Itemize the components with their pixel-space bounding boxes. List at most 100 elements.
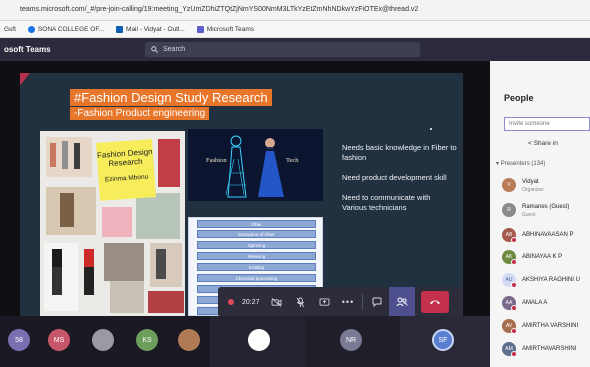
bookmark-sona-college[interactable]: SONA COLLEGE OF... [27, 25, 105, 33]
participant-row[interactable]: AM AMIRTHAVARSHINI [502, 342, 590, 360]
bookmark-teams[interactable]: Microsoft Teams [196, 25, 254, 33]
camera-off-icon [271, 297, 281, 307]
participant-name: AMALA A [522, 300, 548, 306]
bullet-item: Need product development skill [342, 173, 447, 182]
note-title: Fashion Design Research [96, 147, 153, 169]
search-input[interactable]: Search [145, 42, 420, 57]
status-icon [511, 328, 517, 334]
status-icon [511, 237, 517, 243]
bullet-item: Needs basic knowledge in Fiber to fashio… [342, 143, 457, 162]
url-text: teams.microsoft.com/_#/pre-join-calling/… [20, 6, 419, 13]
participant-avatar[interactable] [92, 329, 114, 351]
share-invite-label: Share in [533, 140, 558, 147]
bullet-item: Need to communicate with Various technic… [342, 193, 431, 212]
participant-avatar[interactable] [248, 329, 270, 351]
participant-row[interactable]: AA AMALA A [502, 296, 590, 314]
share-screen-icon [319, 297, 329, 306]
search-placeholder: Search [163, 46, 186, 53]
bookmark-outlook-mail[interactable]: Mail - Vidyat - Outl... [116, 25, 185, 33]
search-icon [151, 46, 158, 53]
recording-indicator-icon [228, 299, 234, 305]
participant-name: Vidyat [522, 179, 539, 185]
globe-icon [27, 25, 35, 33]
participant-row[interactable]: AV AMIRTHA VARSHINI [502, 319, 590, 337]
participant-name: Ramanes (Guest) [522, 204, 570, 210]
participant-name: AMIRTHA VARSHINI [522, 323, 579, 329]
share-icon: < [528, 140, 532, 147]
address-bar[interactable]: teams.microsoft.com/_#/pre-join-calling/… [0, 0, 590, 21]
note-author: Ezinma Mbonu [104, 173, 149, 184]
participant-avatar[interactable]: SF [432, 329, 454, 351]
slide-decoration [20, 73, 65, 118]
participant-avatar[interactable]: NR [340, 329, 362, 351]
slide-dot [430, 128, 432, 130]
bookmark-sona-label: SONA COLLEGE OF... [37, 25, 105, 33]
hang-up-icon [430, 300, 440, 305]
teams-header: osoft Teams Search [0, 38, 590, 61]
participant-name: ABHINAVAASAN P [522, 232, 574, 238]
participant-row[interactable]: AU AKSHIYA RAGHINI U [502, 273, 590, 291]
status-icon [511, 351, 517, 357]
bookmark-gsft-label: Gsft [4, 25, 16, 33]
shared-slide: #Fashion Design Study Research -Fashion … [20, 73, 463, 317]
flow-step: Fiber [197, 220, 316, 228]
teams-icon [196, 25, 204, 33]
leave-call-button[interactable] [421, 291, 449, 313]
bookmark-gsft[interactable]: Gsft [4, 26, 16, 33]
chat-icon [372, 297, 382, 307]
outlook-icon [116, 25, 124, 33]
image-caption-tech: Tech [286, 157, 299, 164]
meeting-stage: #Fashion Design Study Research -Fashion … [0, 61, 490, 317]
participant-row[interactable]: V Vidyat Organizer [502, 178, 590, 196]
flow-step: Chemical processing [197, 274, 316, 282]
participant-row[interactable]: R Ramanes (Guest) Guest [502, 203, 590, 221]
slide-bullets: Needs basic knowledge in Fiber to fashio… [342, 143, 457, 223]
participant-avatar[interactable]: 58 [8, 329, 30, 351]
image-caption-fashion: Fashion [206, 157, 227, 164]
app-title: osoft Teams [4, 45, 51, 54]
call-timer: 20:27 [242, 298, 260, 306]
invite-someone-input[interactable]: Invite someone [504, 117, 590, 131]
chevron-down-icon: ▾ [496, 161, 500, 167]
status-icon [511, 305, 517, 311]
camera-off-button[interactable] [264, 287, 288, 317]
status-icon [511, 259, 517, 265]
share-invite-button[interactable]: < Share in [528, 140, 558, 147]
bookmark-teams-label: Microsoft Teams [206, 25, 254, 33]
avatar: R [502, 203, 516, 217]
participant-name: ABINAYAA K P [522, 254, 563, 260]
fashion-tech-image: Fashion Tech [188, 129, 323, 201]
people-panel-title: People [504, 93, 534, 103]
more-options-button[interactable]: ••• [336, 287, 360, 317]
participant-name: AMIRTHAVARSHINI [522, 346, 577, 352]
mic-off-button[interactable] [288, 287, 312, 317]
more-icon: ••• [341, 297, 355, 307]
presenters-section-header[interactable]: ▾ Presenters (134) [496, 160, 545, 167]
flow-step: Extraction of Fiber [197, 230, 316, 238]
teams-window: teams.microsoft.com/_#/pre-join-calling/… [0, 0, 590, 367]
participants-strip: 58 MS KS NR SF [0, 316, 490, 367]
participant-row[interactable]: AB ABHINAVAASAN P [502, 228, 590, 246]
show-participants-button[interactable] [389, 287, 415, 317]
participant-role: Guest [522, 212, 536, 218]
participant-avatar[interactable] [178, 329, 200, 351]
chat-button[interactable] [365, 287, 389, 317]
call-controls: 20:27 ••• [218, 287, 463, 317]
slide-title: #Fashion Design Study Research [70, 89, 272, 106]
participant-role: Organizer [522, 187, 544, 193]
participant-name: AKSHIYA RAGHINI U [522, 277, 580, 283]
presenters-label: Presenters (134) [500, 161, 546, 167]
participant-avatar[interactable]: MS [48, 329, 70, 351]
people-panel: People Invite someone < Share in ▾ Prese… [490, 61, 590, 367]
people-icon [396, 297, 408, 307]
share-screen-button[interactable] [312, 287, 336, 317]
avatar: V [502, 178, 516, 192]
bookmark-outlook-label: Mail - Vidyat - Outl... [126, 25, 185, 33]
slide-subtitle: -Fashion Product engineering [70, 107, 210, 120]
participant-avatar[interactable]: KS [136, 329, 158, 351]
fashion-collage-image: Fashion Design Research Ezinma Mbonu [40, 131, 185, 316]
flow-step: Spinning [197, 241, 316, 249]
status-icon [511, 282, 517, 288]
participant-row[interactable]: AK ABINAYAA K P [502, 250, 590, 268]
flow-step: Knitting [197, 263, 316, 271]
